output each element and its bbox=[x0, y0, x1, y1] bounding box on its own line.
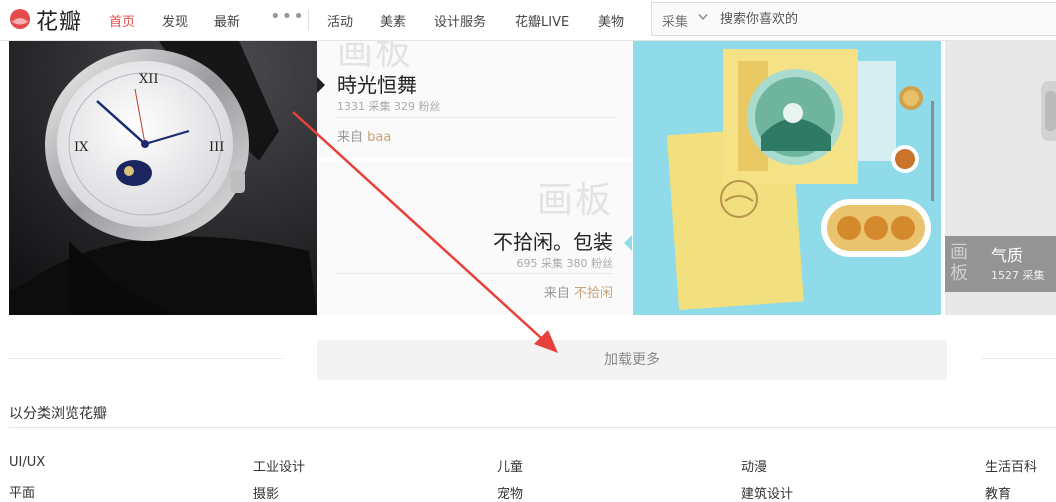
board-card-2[interactable]: 画板 不拾闲。包装 695 采集 380 粉丝 来自 不拾闲 bbox=[317, 161, 632, 315]
category-section-title: 以分类浏览花瓣 bbox=[9, 406, 107, 422]
svg-text:III: III bbox=[209, 140, 224, 155]
caption-title: 气质 bbox=[991, 246, 1024, 265]
packaging-photo bbox=[633, 41, 941, 315]
top-nav-bar: 花瓣 首页 发现 最新 ••• 活动 美素 设计服务 花瓣LIVE 美物 采集 bbox=[0, 0, 1056, 41]
category-photography[interactable]: 摄影 bbox=[253, 483, 279, 502]
category-ui-ux[interactable]: UI/UX bbox=[9, 455, 45, 470]
from-label: 来自 bbox=[337, 130, 364, 145]
search-input[interactable] bbox=[720, 9, 1040, 29]
board-source: 来自 不拾闲 bbox=[544, 282, 613, 301]
category-anime[interactable]: 动漫 bbox=[741, 456, 767, 475]
nav-huaban-live[interactable]: 花瓣LIVE bbox=[515, 11, 569, 30]
nav-meiwu[interactable]: 美物 bbox=[598, 11, 624, 30]
divider-right bbox=[982, 358, 1056, 359]
logo-icon[interactable] bbox=[9, 8, 31, 30]
nav-latest[interactable]: 最新 bbox=[214, 11, 240, 30]
caption-watermark: 画板 bbox=[950, 242, 968, 284]
board-caption-overlay[interactable]: 画板 气质 1527 采集 bbox=[945, 236, 1056, 292]
logo-text[interactable]: 花瓣 bbox=[36, 4, 82, 36]
nav-meisu[interactable]: 美素 bbox=[380, 11, 406, 30]
from-label: 来自 bbox=[543, 286, 570, 301]
nav-home[interactable]: 首页 bbox=[109, 11, 135, 30]
board-card-1[interactable]: 画板 時光恒舞 1331 采集 329 粉丝 来自 baa bbox=[317, 41, 632, 157]
category-industrial-design[interactable]: 工业设计 bbox=[253, 456, 305, 475]
nav-discover[interactable]: 发现 bbox=[162, 11, 188, 30]
nav-activity[interactable]: 活动 bbox=[327, 11, 353, 30]
load-more-button[interactable]: 加载更多 bbox=[317, 340, 947, 380]
svg-text:XII: XII bbox=[139, 72, 159, 87]
category-life-wiki[interactable]: 生活百科 bbox=[985, 456, 1037, 475]
nav-divider bbox=[308, 10, 309, 30]
divider bbox=[337, 117, 617, 118]
board-title[interactable]: 不拾闲。包装 bbox=[493, 226, 613, 255]
source-link[interactable]: 不拾闲 bbox=[574, 286, 613, 301]
pointer-triangle bbox=[624, 235, 632, 251]
category-architecture[interactable]: 建筑设计 bbox=[741, 483, 793, 502]
category-education[interactable]: 教育 bbox=[985, 483, 1011, 502]
divider-left bbox=[9, 358, 283, 359]
category-kids[interactable]: 儿童 bbox=[497, 456, 523, 475]
pin-image-packaging[interactable] bbox=[633, 41, 941, 315]
more-menu-icon[interactable]: ••• bbox=[270, 6, 305, 27]
board-watermark: 画板 bbox=[537, 180, 614, 221]
watch-photo: XII III IX bbox=[9, 41, 317, 315]
board-source: 来自 baa bbox=[337, 126, 391, 145]
board-stats: 695 采集 380 粉丝 bbox=[516, 257, 613, 270]
caption-stats: 1527 采集 bbox=[991, 269, 1045, 282]
svg-text:IX: IX bbox=[74, 140, 89, 155]
search-bar: 采集 bbox=[651, 2, 1056, 36]
pointer-triangle bbox=[317, 77, 325, 93]
board-title[interactable]: 時光恒舞 bbox=[337, 69, 417, 98]
pin-image-watch[interactable]: XII III IX bbox=[9, 41, 317, 315]
search-category[interactable]: 采集 bbox=[662, 11, 688, 30]
category-pets[interactable]: 宠物 bbox=[497, 483, 523, 502]
chevron-down-icon[interactable] bbox=[698, 13, 708, 21]
nav-design-service[interactable]: 设计服务 bbox=[434, 11, 486, 30]
divider bbox=[337, 273, 613, 274]
category-divider bbox=[9, 427, 1056, 428]
source-link[interactable]: baa bbox=[367, 130, 391, 145]
pin-image-partial[interactable]: 画板 气质 1527 采集 bbox=[945, 41, 1056, 315]
board-stats: 1331 采集 329 粉丝 bbox=[337, 100, 441, 113]
